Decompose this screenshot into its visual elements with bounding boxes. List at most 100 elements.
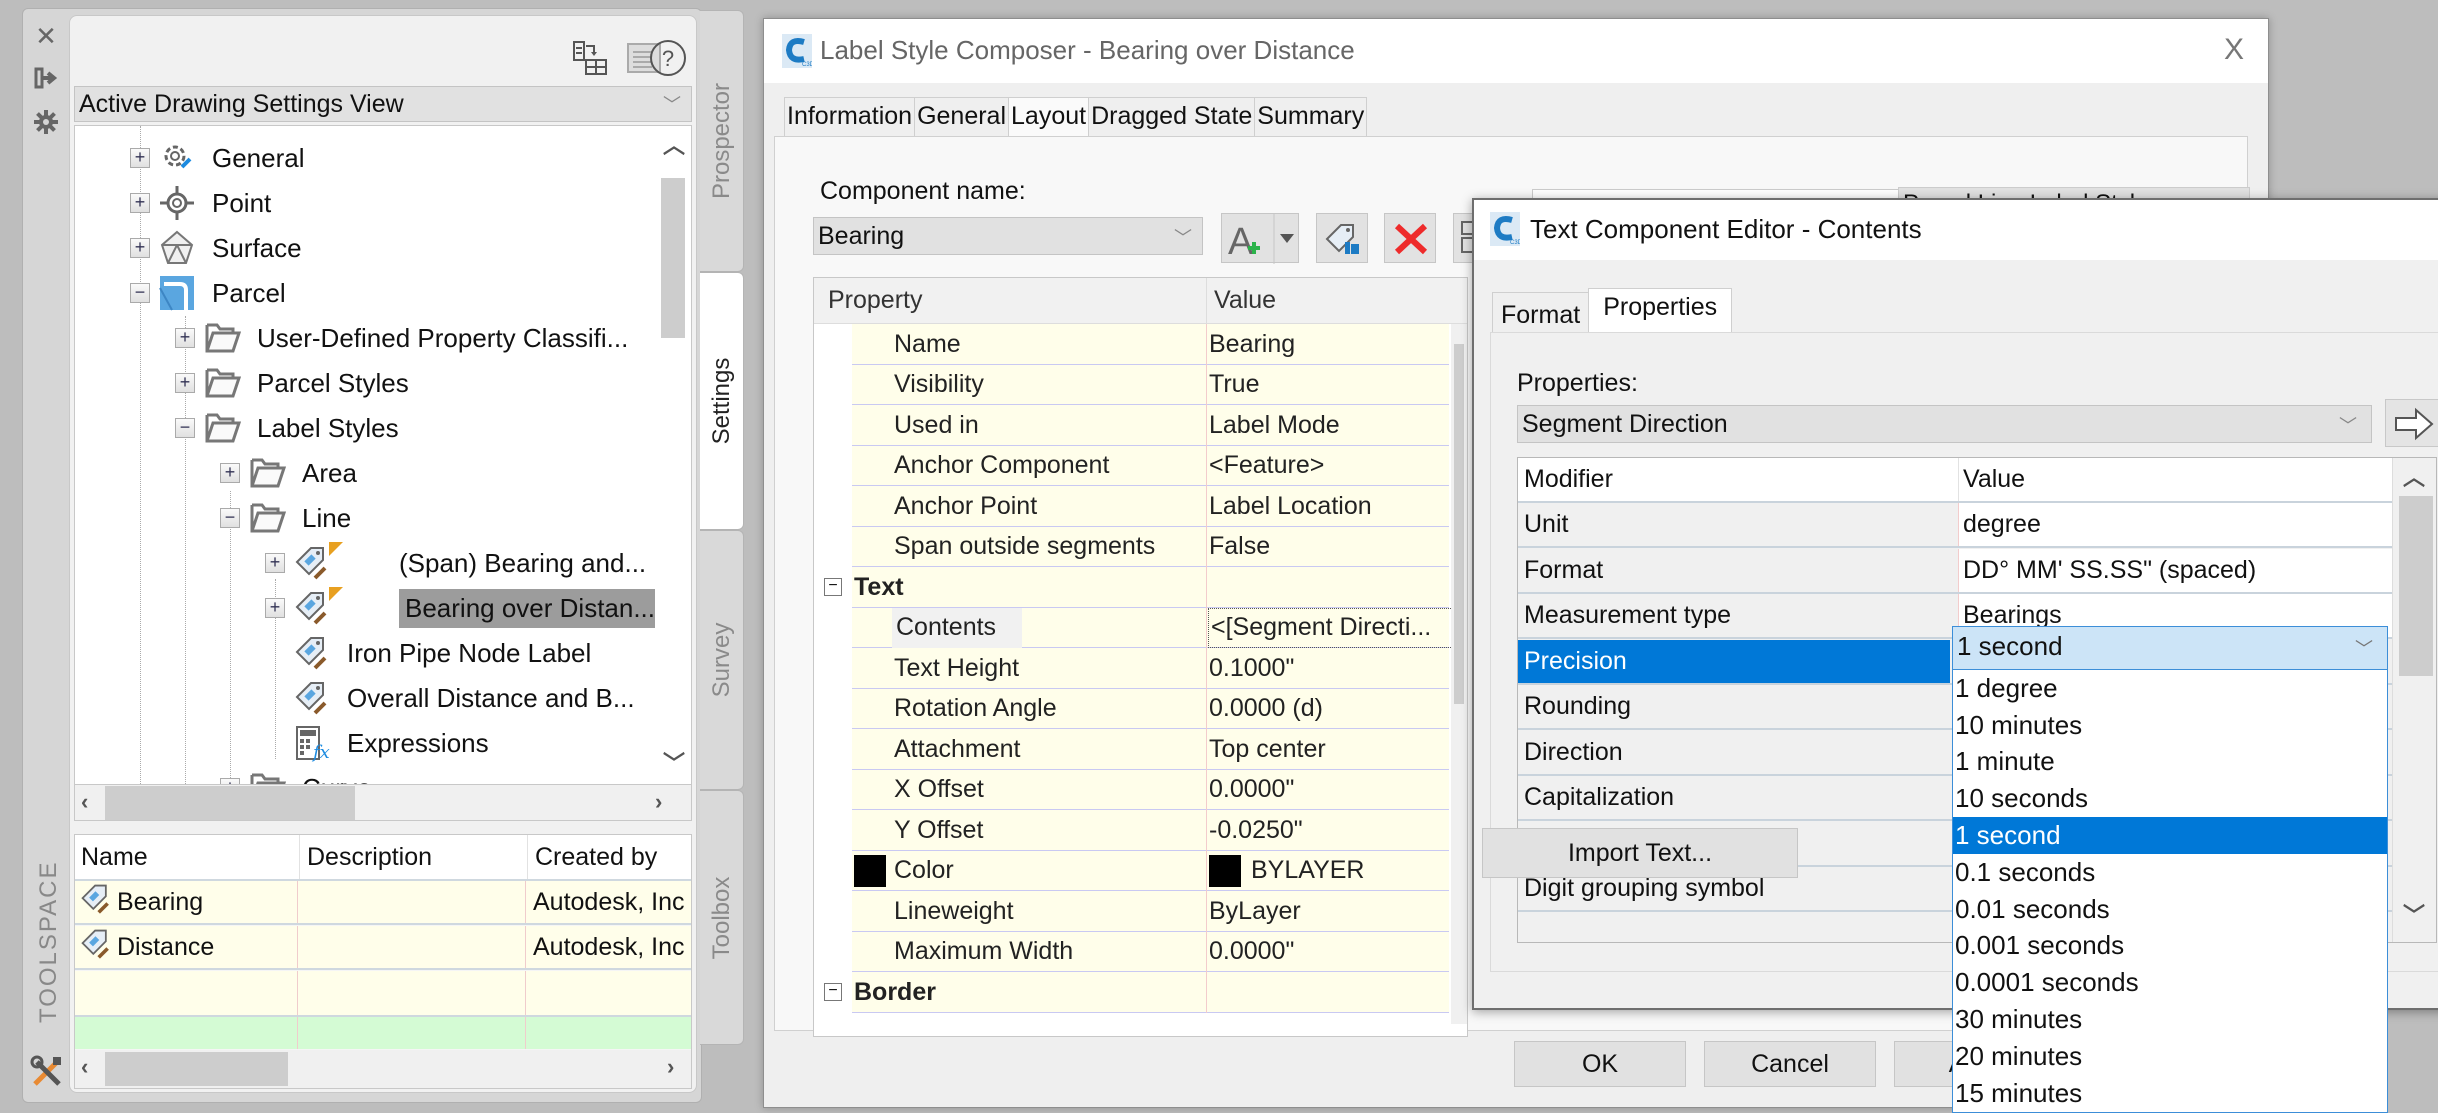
expand-icon[interactable]: + bbox=[175, 328, 195, 348]
collapse-icon[interactable]: − bbox=[220, 508, 240, 528]
precision-option[interactable]: 1 minute bbox=[1953, 744, 2387, 781]
copy-component-button[interactable] bbox=[1316, 213, 1368, 263]
tab-prospector[interactable]: Prospector bbox=[700, 10, 744, 272]
tree-item[interactable]: + Point bbox=[130, 181, 271, 225]
scroll-down-icon[interactable]: ﹀ bbox=[2403, 898, 2425, 930]
tree-item[interactable]: − Parcel bbox=[130, 271, 286, 315]
property-row[interactable]: Color BYLAYER bbox=[814, 850, 1467, 891]
tree-item[interactable]: + General bbox=[130, 136, 305, 180]
properties-select[interactable]: Segment Direction ﹀ bbox=[1517, 405, 2372, 443]
collapse-icon[interactable]: − bbox=[130, 283, 150, 303]
property-value[interactable]: <[Segment Directi... bbox=[1208, 607, 1453, 648]
tree-vertical-scrollbar[interactable]: ︿ ﹀ bbox=[655, 126, 691, 784]
property-row[interactable]: Y Offset -0.0250" bbox=[814, 810, 1467, 851]
tree-item[interactable]: + Parcel Styles bbox=[175, 361, 409, 405]
property-row[interactable]: Contents <[Segment Directi... bbox=[814, 607, 1467, 648]
scroll-right-icon[interactable]: › bbox=[655, 789, 662, 815]
table-horizontal-scrollbar[interactable]: ‹ › bbox=[75, 1050, 691, 1088]
grid-vertical-scrollbar[interactable]: ︿ ﹀ bbox=[2392, 458, 2436, 942]
scroll-thumb[interactable] bbox=[1454, 344, 1464, 704]
import-text-button[interactable]: Import Text... bbox=[1482, 828, 1798, 878]
tab-summary[interactable]: Summary bbox=[1254, 97, 1368, 137]
expand-icon[interactable]: + bbox=[175, 373, 195, 393]
expand-icon[interactable]: + bbox=[130, 148, 150, 168]
dialog-titlebar[interactable]: C3D Label Style Composer - Bearing over … bbox=[764, 19, 2268, 83]
precision-option[interactable]: 20 minutes bbox=[1953, 1038, 2387, 1075]
scroll-thumb[interactable] bbox=[105, 786, 355, 820]
tab-settings[interactable]: Settings bbox=[700, 272, 744, 530]
close-button[interactable]: X bbox=[2224, 33, 2244, 67]
tab-survey[interactable]: Survey bbox=[700, 530, 744, 790]
expand-icon[interactable]: + bbox=[130, 193, 150, 213]
tab-properties[interactable]: Properties bbox=[1588, 288, 1733, 336]
help-icon[interactable]: ? bbox=[648, 38, 688, 78]
tree-item[interactable]: + Surface bbox=[130, 226, 302, 270]
scroll-left-icon[interactable]: ‹ bbox=[81, 1054, 88, 1080]
precision-option[interactable]: 1 second bbox=[1953, 817, 2387, 854]
property-category[interactable]: − Text bbox=[814, 567, 1467, 608]
scroll-thumb[interactable] bbox=[105, 1052, 288, 1086]
auto-hide-icon[interactable] bbox=[33, 65, 59, 91]
tree-item[interactable]: − Line bbox=[220, 496, 351, 540]
cancel-button[interactable]: Cancel bbox=[1704, 1041, 1876, 1087]
precision-option[interactable]: 0.1 seconds bbox=[1953, 854, 2387, 891]
tree-item[interactable]: + Bearing over Distan... bbox=[265, 586, 662, 630]
modifier-value[interactable]: DD° MM' SS.SS" (spaced) bbox=[1958, 548, 2392, 592]
insert-property-button[interactable] bbox=[2385, 399, 2438, 447]
property-row[interactable]: Anchor Point Label Location bbox=[814, 486, 1467, 527]
property-row[interactable]: Rotation Angle 0.0000 (d) bbox=[814, 688, 1467, 729]
precision-option[interactable]: 15 minutes bbox=[1953, 1075, 2387, 1112]
property-row[interactable]: Anchor Component <Feature> bbox=[814, 445, 1467, 486]
collapse-icon[interactable]: − bbox=[824, 983, 842, 1001]
property-row[interactable]: Visibility True bbox=[814, 364, 1467, 405]
expand-icon[interactable]: + bbox=[265, 553, 285, 573]
column-header-name[interactable]: Name bbox=[81, 835, 301, 879]
precision-option[interactable]: 0.001 seconds bbox=[1953, 928, 2387, 965]
precision-option[interactable]: 10 seconds bbox=[1953, 780, 2387, 817]
property-row[interactable]: Text Height 0.1000" bbox=[814, 648, 1467, 689]
properties-icon[interactable] bbox=[33, 109, 59, 135]
modifier-row[interactable]: Format DD° MM' SS.SS" (spaced) bbox=[1518, 548, 2392, 594]
precision-option[interactable]: 0.01 seconds bbox=[1953, 891, 2387, 928]
view-select[interactable]: Active Drawing Settings View ﹀ bbox=[74, 86, 692, 122]
tree-item[interactable]: + User-Defined Property Classifi... bbox=[175, 316, 628, 360]
ok-button[interactable]: OK bbox=[1514, 1041, 1686, 1087]
tree-item[interactable]: − Label Styles bbox=[175, 406, 399, 450]
table-row[interactable]: Distance Autodesk, Inc bbox=[75, 926, 691, 970]
tab-general[interactable]: General bbox=[914, 97, 1010, 137]
create-text-component-button[interactable]: A bbox=[1221, 213, 1299, 264]
tree-item[interactable]: fx Expressions bbox=[265, 721, 489, 765]
component-name-select[interactable]: Bearing ﹀ bbox=[813, 217, 1203, 255]
property-row[interactable]: Name Bearing bbox=[814, 324, 1467, 365]
precision-option[interactable]: 1 degree bbox=[1953, 670, 2387, 707]
expand-icon[interactable]: + bbox=[220, 463, 240, 483]
table-row[interactable]: Bearing Autodesk, Inc bbox=[75, 881, 691, 925]
scroll-up-icon[interactable]: ︿ bbox=[2403, 460, 2425, 492]
property-row[interactable]: Used in Label Mode bbox=[814, 405, 1467, 446]
scroll-thumb[interactable] bbox=[661, 178, 685, 338]
property-row[interactable]: Span outside segments False bbox=[814, 526, 1467, 567]
tab-dragged-state[interactable]: Dragged State bbox=[1088, 97, 1256, 137]
scroll-down-icon[interactable]: ﹀ bbox=[663, 746, 685, 778]
precision-option[interactable]: 10 minutes bbox=[1953, 707, 2387, 744]
precision-option[interactable]: 0.0001 seconds bbox=[1953, 964, 2387, 1001]
property-row[interactable]: Maximum Width 0.0000" bbox=[814, 931, 1467, 972]
grid-vertical-scrollbar[interactable] bbox=[1451, 324, 1467, 1024]
modifier-value[interactable]: degree bbox=[1958, 503, 2392, 546]
dialog-titlebar[interactable]: C3D Text Component Editor - Contents bbox=[1474, 200, 2438, 260]
tree-item[interactable]: + Curve bbox=[220, 766, 371, 784]
modifier-row[interactable]: Unit degree bbox=[1518, 503, 2392, 548]
collapse-icon[interactable]: − bbox=[175, 418, 195, 438]
tree-item[interactable]: + (Span) Bearing and... bbox=[265, 541, 646, 585]
tree-item[interactable]: Overall Distance and B... bbox=[265, 676, 635, 720]
expand-icon[interactable]: + bbox=[265, 598, 285, 618]
scroll-right-icon[interactable]: › bbox=[667, 1054, 674, 1080]
property-row[interactable]: Lineweight ByLayer bbox=[814, 891, 1467, 932]
column-header-created-by[interactable]: Created by bbox=[535, 835, 691, 879]
close-icon[interactable]: ✕ bbox=[33, 23, 59, 49]
toggle-item-view-icon[interactable] bbox=[570, 38, 610, 78]
expand-icon[interactable]: + bbox=[220, 778, 240, 784]
property-row[interactable]: X Offset 0.0000" bbox=[814, 769, 1467, 810]
tab-toolbox[interactable]: Toolbox bbox=[700, 790, 744, 1045]
table-row-new[interactable] bbox=[75, 1017, 691, 1049]
